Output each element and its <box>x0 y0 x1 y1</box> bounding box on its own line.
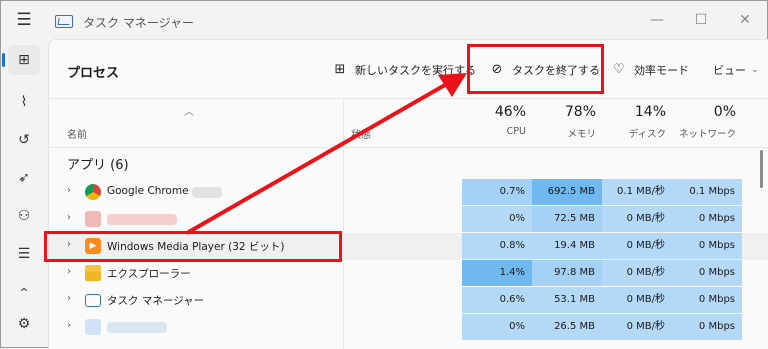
task-manager-window: ☰ タスク マネージャー — ☐ ✕ ⊞ ⌇ ↺ ➶ ⚇ ☰ ⌂ ⚙ プロセス … <box>0 0 768 349</box>
arrow-line <box>186 83 446 235</box>
annotation-arrow <box>186 73 467 235</box>
